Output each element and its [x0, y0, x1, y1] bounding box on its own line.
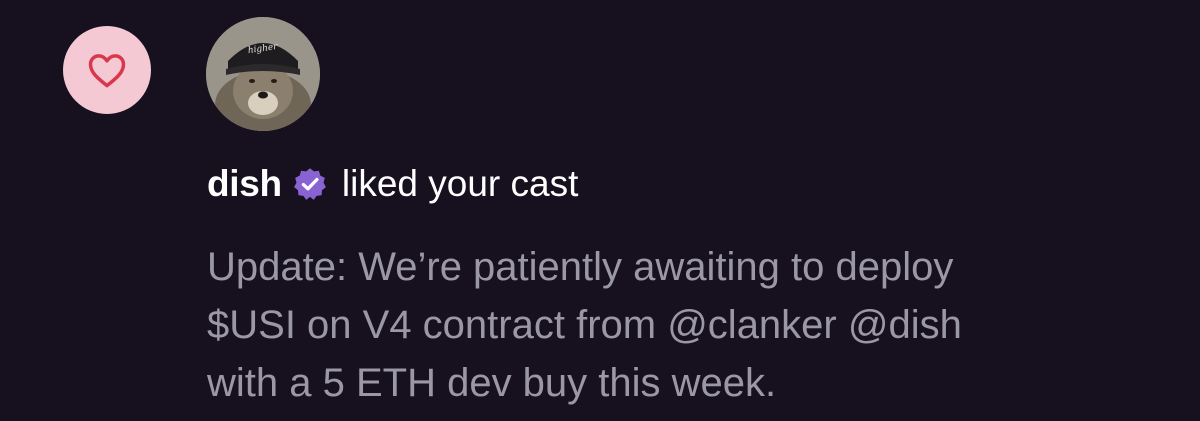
notification-headline: dish liked your cast	[207, 159, 578, 209]
wolf-avatar-icon: higher	[206, 17, 320, 131]
username-link[interactable]: dish	[207, 159, 282, 209]
like-notification[interactable]: higher dish liked your cast Update: We’r…	[0, 0, 1200, 421]
user-avatar[interactable]: higher	[206, 17, 320, 131]
action-text: liked your cast	[341, 163, 579, 204]
verified-badge-icon	[292, 166, 328, 202]
like-badge	[63, 26, 151, 114]
heart-icon	[88, 54, 126, 88]
cast-preview-text[interactable]: Update: We’re patiently awaiting to depl…	[207, 238, 1167, 412]
